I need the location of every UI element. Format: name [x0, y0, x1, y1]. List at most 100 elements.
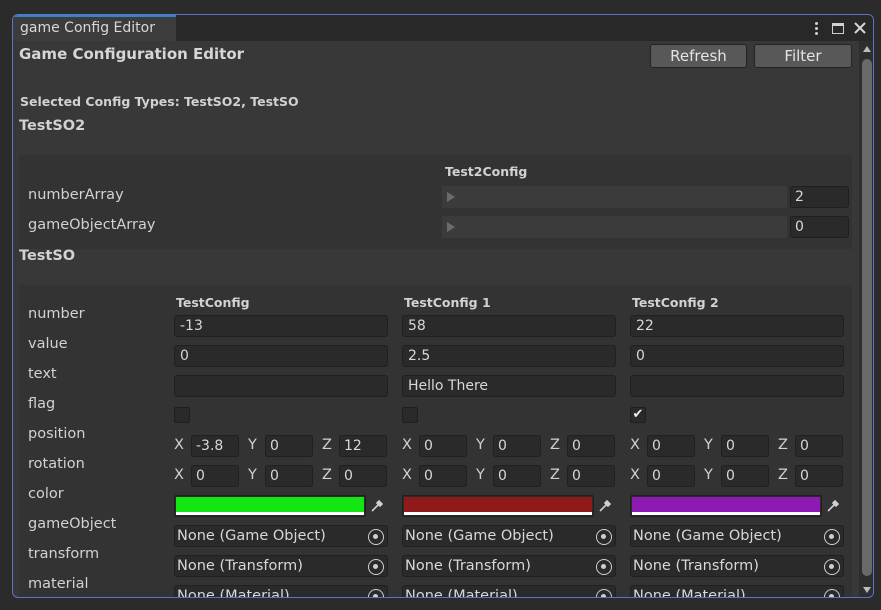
- vertical-scrollbar[interactable]: [859, 41, 873, 597]
- object-picker-icon[interactable]: [368, 589, 384, 597]
- object-picker-icon[interactable]: [596, 559, 612, 575]
- object-picker-icon[interactable]: [824, 559, 840, 575]
- object-picker-icon[interactable]: [368, 559, 384, 575]
- rotation-z-label: Z: [778, 467, 788, 483]
- row-label-material: material: [28, 576, 89, 592]
- column-header-test2config: Test2Config: [445, 164, 528, 179]
- position-x-label: X: [630, 437, 640, 453]
- gameObject-object-field[interactable]: None (Game Object): [174, 525, 388, 547]
- rotation-z-field[interactable]: 0: [795, 465, 843, 487]
- scrollbar-thumb[interactable]: [862, 59, 872, 576]
- page-title: Game Configuration Editor: [19, 45, 245, 63]
- color-swatch[interactable]: [404, 497, 592, 513]
- alpha-bar: [404, 512, 592, 515]
- alpha-bar: [632, 512, 820, 515]
- gameObject-object-field[interactable]: None (Game Object): [402, 525, 616, 547]
- expand-arrow-icon[interactable]: [447, 222, 455, 232]
- position-y-field[interactable]: 0: [265, 435, 313, 457]
- rotation-x-field[interactable]: 0: [191, 465, 239, 487]
- position-x-field[interactable]: -3.8: [191, 435, 239, 457]
- value-field[interactable]: 0: [630, 345, 844, 367]
- refresh-button[interactable]: Refresh: [650, 44, 747, 68]
- text-field[interactable]: Hello There: [402, 375, 616, 397]
- flag-checkbox[interactable]: [402, 407, 418, 423]
- transform-object-value: None (Transform): [405, 558, 531, 574]
- value-field[interactable]: 2.5: [402, 345, 616, 367]
- color-field[interactable]: [402, 495, 594, 517]
- position-z-label: Z: [778, 437, 788, 453]
- flag-checkbox[interactable]: ✔: [630, 407, 646, 423]
- number-field[interactable]: 58: [402, 315, 616, 337]
- object-picker-icon[interactable]: [596, 589, 612, 597]
- position-z-field[interactable]: 0: [795, 435, 843, 457]
- rotation-x-field[interactable]: 0: [647, 465, 695, 487]
- eyedropper-icon[interactable]: [822, 495, 844, 517]
- color-swatch[interactable]: [176, 497, 364, 513]
- material-object-field[interactable]: None (Material): [174, 585, 388, 598]
- rotation-y-field[interactable]: 0: [265, 465, 313, 487]
- scroll-up-arrow-icon[interactable]: [863, 46, 871, 52]
- maximize-icon[interactable]: [830, 18, 846, 38]
- position-y-label: Y: [704, 437, 713, 453]
- position-x-field[interactable]: 0: [419, 435, 467, 457]
- rotation-x-field[interactable]: 0: [419, 465, 467, 487]
- rotation-z-field[interactable]: 0: [339, 465, 387, 487]
- tab-game-config-editor[interactable]: game Config Editor: [13, 15, 176, 41]
- gameobjectarray-foldout[interactable]: [442, 216, 787, 238]
- expand-arrow-icon[interactable]: [447, 192, 455, 202]
- editor-content: Game Configuration Editor Refresh Filter…: [13, 41, 859, 597]
- rotation-y-field[interactable]: 0: [493, 465, 541, 487]
- close-icon[interactable]: [852, 18, 868, 38]
- object-picker-icon[interactable]: [368, 529, 384, 545]
- position-y-label: Y: [248, 437, 257, 453]
- object-picker-icon[interactable]: [824, 529, 840, 545]
- number-field[interactable]: 22: [630, 315, 844, 337]
- eyedropper-icon[interactable]: [366, 495, 388, 517]
- row-label-color: color: [28, 486, 64, 502]
- material-object-value: None (Material): [633, 588, 746, 598]
- text-field[interactable]: [630, 375, 844, 397]
- gameobjectarray-size-field[interactable]: 0: [790, 216, 849, 238]
- object-picker-icon[interactable]: [824, 589, 840, 597]
- material-object-value: None (Material): [177, 588, 290, 598]
- transform-object-field[interactable]: None (Transform): [402, 555, 616, 577]
- testso2-panel: Test2Config numberArray 2 gameObjectArra…: [19, 155, 852, 249]
- transform-object-field[interactable]: None (Transform): [174, 555, 388, 577]
- rotation-z-label: Z: [550, 467, 560, 483]
- rotation-x-label: X: [630, 467, 640, 483]
- eyedropper-icon[interactable]: [594, 495, 616, 517]
- object-picker-icon[interactable]: [596, 529, 612, 545]
- text-field[interactable]: [174, 375, 388, 397]
- position-z-label: Z: [550, 437, 560, 453]
- numberarray-foldout[interactable]: [442, 186, 787, 208]
- section-title-testso: TestSO: [19, 248, 76, 264]
- material-object-field[interactable]: None (Material): [630, 585, 844, 598]
- material-object-field[interactable]: None (Material): [402, 585, 616, 598]
- numberarray-size-field[interactable]: 2: [790, 186, 849, 208]
- gameObject-object-value: None (Game Object): [177, 528, 326, 544]
- more-options-icon[interactable]: [808, 18, 824, 38]
- row-label-numberarray: numberArray: [28, 187, 124, 203]
- rotation-y-label: Y: [248, 467, 257, 483]
- color-swatch[interactable]: [632, 497, 820, 513]
- position-y-field[interactable]: 0: [721, 435, 769, 457]
- rotation-y-field[interactable]: 0: [721, 465, 769, 487]
- material-object-value: None (Material): [405, 588, 518, 598]
- value-field[interactable]: 0: [174, 345, 388, 367]
- column-header-config-2: TestConfig 2: [632, 295, 719, 310]
- transform-object-value: None (Transform): [177, 558, 303, 574]
- scroll-down-arrow-icon[interactable]: [863, 587, 871, 593]
- position-y-field[interactable]: 0: [493, 435, 541, 457]
- rotation-z-field[interactable]: 0: [567, 465, 615, 487]
- transform-object-field[interactable]: None (Transform): [630, 555, 844, 577]
- number-field[interactable]: -13: [174, 315, 388, 337]
- row-label-position: position: [28, 426, 86, 442]
- gameObject-object-field[interactable]: None (Game Object): [630, 525, 844, 547]
- color-field[interactable]: [174, 495, 366, 517]
- flag-checkbox[interactable]: [174, 407, 190, 423]
- position-z-field[interactable]: 0: [567, 435, 615, 457]
- position-z-field[interactable]: 12: [339, 435, 387, 457]
- position-x-field[interactable]: 0: [647, 435, 695, 457]
- color-field[interactable]: [630, 495, 822, 517]
- filter-button[interactable]: Filter: [754, 44, 852, 68]
